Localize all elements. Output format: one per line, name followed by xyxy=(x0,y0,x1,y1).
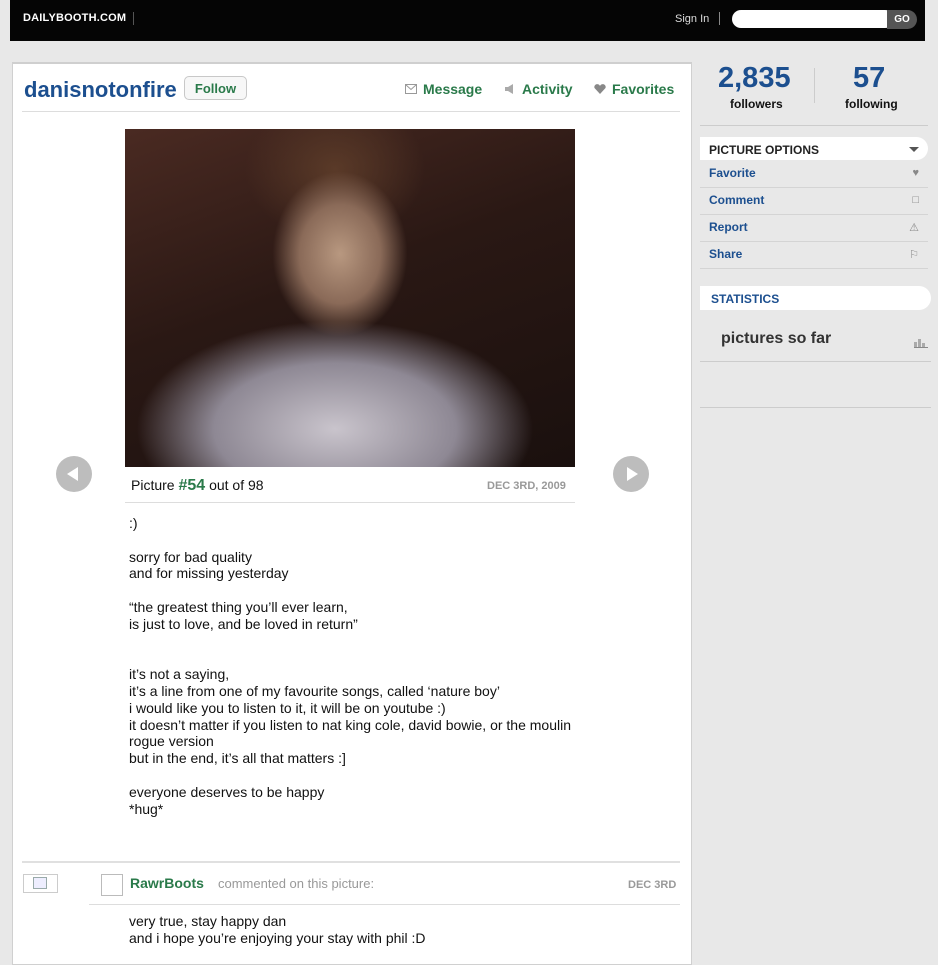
pictures-so-far: pictures so far xyxy=(721,330,832,347)
option-label: Report xyxy=(709,220,748,234)
share-icon: ⚐ xyxy=(909,249,919,261)
megaphone-icon xyxy=(505,84,513,94)
picture-options-header[interactable]: PICTURE OPTIONS xyxy=(700,137,928,160)
site-logo[interactable]: DAILYBOOTH.COM xyxy=(23,12,126,24)
search-go-button[interactable]: GO xyxy=(887,10,917,29)
webcam-photo xyxy=(125,129,575,467)
picture-caption: :) sorry for bad quality and for missing… xyxy=(129,515,572,817)
picture-label: Picture xyxy=(131,477,175,493)
follow-button[interactable]: Follow xyxy=(184,76,247,100)
followers-count[interactable]: 2,835 xyxy=(718,62,791,95)
option-label: Favorite xyxy=(709,166,756,180)
divider xyxy=(125,502,575,503)
following-count[interactable]: 57 xyxy=(853,62,885,95)
arrow-right-icon xyxy=(627,467,638,481)
divider xyxy=(22,111,680,112)
speech-bubble-icon: □ xyxy=(912,194,919,206)
warning-icon: ⚠ xyxy=(909,222,919,234)
following-label[interactable]: following xyxy=(845,97,898,111)
divider xyxy=(719,12,720,25)
picture-number: #54 xyxy=(178,477,206,494)
option-label: Comment xyxy=(709,193,765,207)
message-label: Message xyxy=(423,81,483,97)
commenter-avatar[interactable] xyxy=(101,874,123,896)
divider xyxy=(814,68,815,103)
statistics-title: STATISTICS xyxy=(711,292,780,306)
envelope-icon xyxy=(405,84,417,94)
divider xyxy=(89,904,680,905)
divider xyxy=(700,125,928,126)
picture-counter: Picture #54 out of 98 xyxy=(131,477,264,495)
message-link[interactable]: Message xyxy=(405,81,482,97)
profile-username[interactable]: danisnotonfire xyxy=(24,77,177,103)
divider xyxy=(700,407,931,408)
option-comment[interactable]: Comment □ xyxy=(700,188,928,215)
option-favorite[interactable]: Favorite ♥ xyxy=(700,161,928,188)
activity-label: Activity xyxy=(522,81,573,97)
arrow-left-icon xyxy=(67,467,78,481)
statistics-header: STATISTICS xyxy=(700,286,931,310)
comment-body: very true, stay happy dan and i hope you… xyxy=(129,913,426,946)
option-report[interactable]: Report ⚠ xyxy=(700,215,928,242)
option-label: Share xyxy=(709,247,743,261)
next-picture-button[interactable] xyxy=(613,456,649,492)
divider xyxy=(22,861,680,863)
picture-options-title: PICTURE OPTIONS xyxy=(709,143,820,157)
divider xyxy=(700,361,931,362)
followers-label[interactable]: followers xyxy=(730,97,783,111)
favorites-link[interactable]: Favorites xyxy=(594,81,674,97)
option-share[interactable]: Share ⚐ xyxy=(700,242,928,269)
picture-date: DEC 3RD, 2009 xyxy=(487,480,566,492)
comment-action: commented on this picture: xyxy=(218,876,375,891)
chevron-down-icon xyxy=(909,147,919,152)
broken-image-icon xyxy=(23,874,58,893)
bar-chart-icon xyxy=(914,339,928,348)
heart-icon xyxy=(594,84,606,94)
comment-date: DEC 3RD xyxy=(628,879,677,891)
picture-total: out of 98 xyxy=(209,477,264,493)
favorites-label: Favorites xyxy=(612,81,675,97)
sign-in-link[interactable]: Sign In xyxy=(675,13,709,25)
picture-panel: danisnotonfire Follow Message Activity F… xyxy=(12,62,692,965)
top-bar: DAILYBOOTH.COM Sign In GO xyxy=(10,0,925,41)
activity-link[interactable]: Activity xyxy=(504,81,573,97)
divider xyxy=(133,12,134,25)
commenter-name[interactable]: RawrBoots xyxy=(130,875,204,891)
previous-picture-button[interactable] xyxy=(56,456,92,492)
heart-icon: ♥ xyxy=(912,167,919,179)
search-input[interactable] xyxy=(732,10,894,28)
